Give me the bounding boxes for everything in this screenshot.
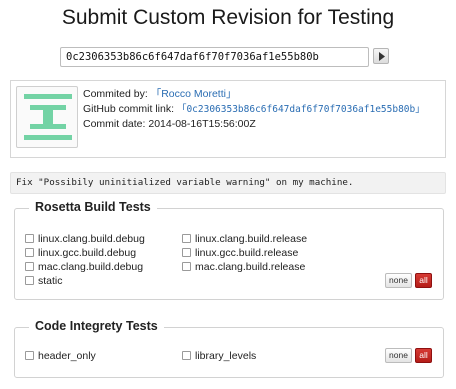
checkbox[interactable] — [25, 248, 34, 257]
author-link[interactable]: 「Rocco Moretti」 — [151, 88, 237, 100]
group-title: Rosetta Build Tests — [29, 200, 157, 214]
code-integrity-tests-group: Code Integrety Tests header_only library… — [14, 319, 444, 378]
commit-link[interactable]: 「0c2306353b86c6f647daf6f70f7036af1e55b80… — [177, 104, 425, 115]
commit-date: 2014-08-16T15:56:00Z — [148, 118, 256, 130]
commit-link-label: GitHub commit link: — [83, 102, 175, 115]
commit-info-box: Commited by: 「Rocco Moretti」 GitHub comm… — [10, 80, 446, 158]
test-checkbox[interactable]: linux.clang.build.debug — [25, 232, 145, 246]
test-label: header_only — [38, 350, 96, 362]
checkbox[interactable] — [182, 248, 191, 257]
submit-revision-button[interactable] — [373, 48, 389, 64]
test-checkbox[interactable]: linux.gcc.build.release — [182, 246, 298, 260]
checkbox[interactable] — [182, 351, 191, 360]
test-checkbox[interactable]: mac.clang.build.debug — [25, 260, 143, 274]
test-label: library_levels — [195, 350, 257, 362]
test-checkbox[interactable]: header_only — [25, 349, 96, 363]
test-label: linux.clang.build.debug — [38, 233, 145, 245]
test-label: linux.gcc.build.release — [195, 247, 299, 259]
page-title: Submit Custom Revision for Testing — [61, 6, 395, 29]
select-none-button[interactable]: none — [385, 273, 412, 288]
author-label: Commited by: — [83, 88, 148, 100]
revision-input[interactable] — [60, 47, 369, 67]
select-all-button[interactable]: all — [415, 273, 432, 288]
test-checkbox[interactable]: linux.clang.build.release — [182, 232, 307, 246]
commit-date-label: Commit date: — [83, 118, 146, 130]
select-all-button[interactable]: all — [415, 348, 432, 363]
commit-details: Commited by: 「Rocco Moretti」 GitHub comm… — [83, 87, 425, 132]
test-label: mac.clang.build.debug — [38, 261, 144, 273]
group-title: Code Integrety Tests — [29, 319, 164, 333]
checkbox[interactable] — [182, 234, 191, 243]
identicon-icon — [24, 94, 72, 140]
checkbox[interactable] — [25, 234, 34, 243]
checkbox[interactable] — [182, 262, 191, 271]
test-checkbox[interactable]: library_levels — [182, 349, 256, 363]
commit-message: Fix "Possibily uninitialized variable wa… — [10, 172, 446, 194]
avatar — [16, 86, 78, 148]
test-label: static — [38, 275, 63, 287]
test-checkbox[interactable]: static — [25, 274, 63, 288]
test-label: linux.clang.build.release — [195, 233, 308, 245]
select-none-button[interactable]: none — [385, 348, 412, 363]
play-arrow-icon — [379, 52, 385, 61]
rosetta-build-tests-group: Rosetta Build Tests linux.clang.build.de… — [14, 200, 444, 300]
test-checkbox[interactable]: linux.gcc.build.debug — [25, 246, 136, 260]
checkbox[interactable] — [25, 276, 34, 285]
checkbox[interactable] — [25, 262, 34, 271]
checkbox[interactable] — [25, 351, 34, 360]
test-label: mac.clang.build.release — [195, 261, 306, 273]
test-label: linux.gcc.build.debug — [38, 247, 137, 259]
test-checkbox[interactable]: mac.clang.build.release — [182, 260, 305, 274]
